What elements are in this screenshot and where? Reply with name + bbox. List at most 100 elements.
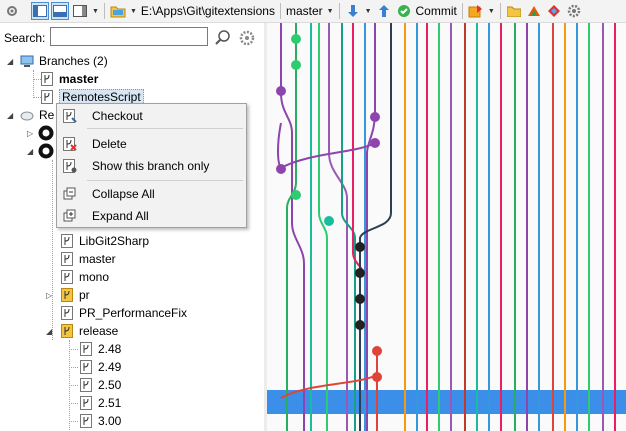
menu-separator: [87, 180, 243, 181]
layout-right-button[interactable]: [71, 2, 89, 20]
search-bar: Search:: [0, 27, 264, 49]
layout-dropdown-icon[interactable]: ▼: [92, 8, 99, 15]
commit-dot[interactable]: [291, 60, 301, 70]
diamond-icon: [547, 5, 560, 17]
settings-icon[interactable]: [3, 2, 21, 20]
tree-node-remote-folder[interactable]: pr: [60, 286, 90, 304]
stash-button[interactable]: [467, 2, 485, 20]
selected-commit-row[interactable]: [267, 390, 626, 414]
gear-icon: [239, 30, 255, 46]
layout-left-button[interactable]: [31, 2, 49, 20]
menu-item-expand-all[interactable]: Expand All: [57, 206, 246, 226]
tree-node-release-branch[interactable]: 3.00: [79, 412, 121, 430]
gear-icon: [567, 4, 581, 18]
tree-node-release-branch[interactable]: 2.51: [79, 394, 121, 412]
repo-folder-button[interactable]: [109, 2, 127, 20]
commit-dot[interactable]: [372, 372, 382, 382]
layout-bottom-button[interactable]: [51, 2, 69, 20]
toolbar-settings-button[interactable]: [565, 2, 583, 20]
tree-node-remote-branch[interactable]: PR_PerformanceFix: [60, 304, 187, 322]
menu-item-show-branch-only[interactable]: Show this branch only: [57, 156, 246, 176]
tree-expander-branches[interactable]: ◢: [7, 57, 13, 66]
context-menu: Checkout Delete Show this branch only Co…: [56, 103, 247, 228]
commit-dot[interactable]: [370, 112, 380, 122]
extensions-button[interactable]: [545, 2, 563, 20]
commit-dot[interactable]: [372, 346, 382, 356]
branch-icon: [60, 270, 74, 284]
toolbar-separator: [461, 3, 463, 19]
commit-button[interactable]: Commit: [414, 4, 459, 18]
menu-item-label: Show this branch only: [92, 159, 210, 173]
commit-dot[interactable]: [355, 294, 365, 304]
tree-expander-remotes[interactable]: ◢: [7, 111, 13, 120]
commit-dot[interactable]: [276, 164, 286, 174]
branch-icon: [60, 234, 74, 248]
tree-node-remote-branch[interactable]: mono: [60, 268, 109, 286]
release-branch-label: 2.48: [98, 342, 122, 356]
tree-line: [33, 70, 34, 98]
open-folder-icon: [506, 6, 521, 17]
filter-branch-icon: [63, 159, 77, 173]
commit-dot[interactable]: [276, 86, 286, 96]
commit-button-icon-wrap[interactable]: [395, 2, 413, 20]
tree-node-release-branch[interactable]: 2.48: [79, 340, 121, 358]
open-folder-button[interactable]: [505, 2, 523, 20]
folder-icon: [110, 6, 126, 18]
search-settings-button[interactable]: [238, 29, 256, 47]
tree-expander-release[interactable]: ◢: [46, 327, 52, 336]
branch-master-label: master: [59, 72, 99, 86]
branch-icon: [60, 252, 74, 266]
commit-dot[interactable]: [355, 268, 365, 278]
branch-icon: [79, 342, 93, 356]
tree-node-remotes[interactable]: Re: [20, 106, 54, 124]
search-label: Search:: [4, 31, 46, 45]
tree-node-branches[interactable]: Branches (2): [20, 52, 108, 70]
repo-path[interactable]: E:\Apps\Git\gitextensions: [139, 4, 277, 18]
branch-icon: [60, 306, 74, 320]
tree-line: [69, 421, 78, 422]
repo-dropdown-icon[interactable]: ▼: [130, 8, 137, 15]
cloud-icon: [20, 108, 34, 122]
tree-expander-remote-2[interactable]: ◢: [27, 147, 33, 156]
collapse-icon: [63, 187, 77, 201]
menu-item-collapse-all[interactable]: Collapse All: [57, 184, 246, 204]
pull-button[interactable]: [344, 2, 362, 20]
commit-dot[interactable]: [291, 34, 301, 44]
tree-node-remote-branch[interactable]: master: [60, 250, 116, 268]
branch-icon: [40, 72, 54, 86]
commit-dot[interactable]: [355, 320, 365, 330]
branch-dropdown-icon[interactable]: ▼: [327, 8, 334, 15]
tree-expander-pr[interactable]: ▷: [46, 291, 52, 300]
menu-item-checkout[interactable]: Checkout: [57, 106, 246, 126]
stash-dropdown-icon[interactable]: ▼: [488, 8, 495, 15]
remote-branch-label: master: [79, 252, 116, 266]
commit-check-icon: [397, 5, 410, 17]
tree-node-remote-folder[interactable]: release: [60, 322, 118, 340]
tree-node-release-branch[interactable]: 2.49: [79, 358, 121, 376]
commit-dot[interactable]: [291, 190, 301, 200]
push-button[interactable]: [375, 2, 393, 20]
graph-lane: [366, 23, 376, 431]
current-branch[interactable]: master: [284, 4, 325, 18]
checkout-icon: [63, 109, 77, 123]
github-icon: [38, 125, 54, 144]
git-gui-button[interactable]: [525, 2, 543, 20]
commit-dot[interactable]: [355, 242, 365, 252]
branches-header: Branches (2): [39, 54, 108, 68]
branch-icon: [79, 360, 93, 374]
revision-graph[interactable]: [267, 23, 626, 431]
commit-dot[interactable]: [324, 216, 334, 226]
tree-node-release-branch[interactable]: 2.50: [79, 376, 121, 394]
search-icon: [215, 30, 230, 45]
menu-item-delete[interactable]: Delete: [57, 134, 246, 154]
expand-icon: [63, 209, 77, 223]
pull-dropdown-icon[interactable]: ▼: [365, 8, 372, 15]
tree-node-branch-master[interactable]: master: [40, 70, 98, 88]
search-button[interactable]: [214, 29, 232, 47]
toolbar-separator: [279, 3, 281, 19]
tree-expander-remote-1[interactable]: ▷: [27, 129, 33, 138]
commit-dot[interactable]: [370, 138, 380, 148]
search-input[interactable]: [50, 27, 208, 46]
tree-node-remote-branch[interactable]: LibGit2Sharp: [60, 232, 149, 250]
toolbar-separator: [103, 3, 105, 19]
